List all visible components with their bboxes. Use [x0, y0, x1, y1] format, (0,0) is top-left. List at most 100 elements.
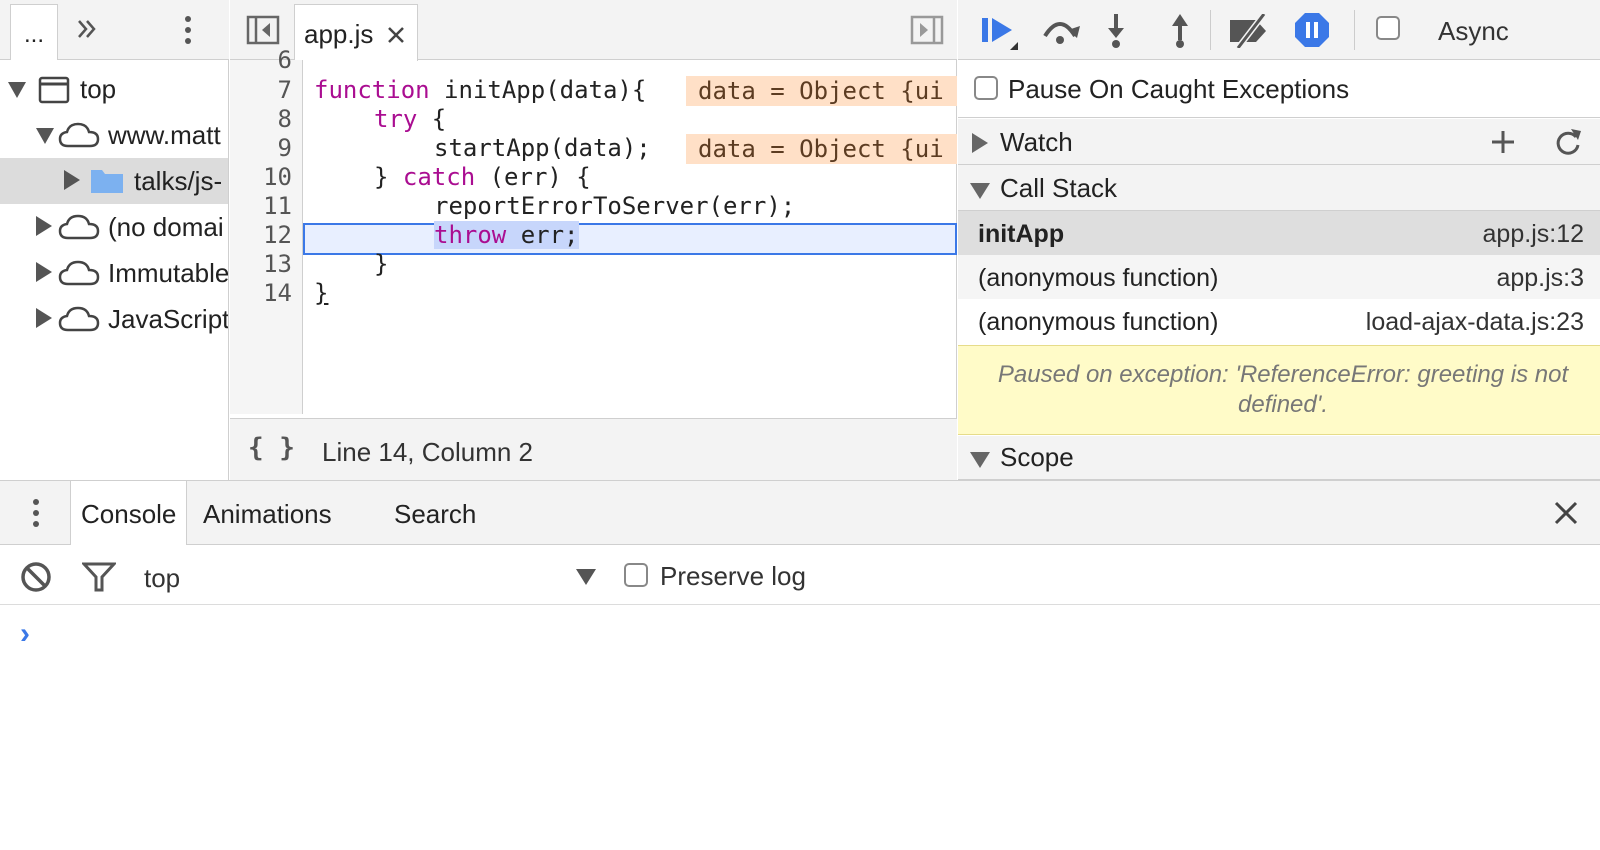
paused-exception-message: Paused on exception: 'ReferenceError: gr… [958, 345, 1600, 435]
watch-section-header[interactable]: Watch [958, 119, 1600, 165]
line-number-gutter: 6 7 8 9 10 11 12 13 14 [230, 46, 303, 414]
frame-function: (anonymous function) [978, 264, 1219, 292]
code-line[interactable]: } [314, 250, 388, 278]
cursor-position: Line 14, Column 2 [322, 437, 534, 467]
line-number: 13 [263, 250, 292, 278]
keyword: function [314, 76, 430, 104]
close-drawer-icon[interactable] [1554, 501, 1578, 525]
triangle-down-icon [36, 128, 54, 144]
tab-label: app.js [304, 19, 374, 49]
console-output[interactable]: › [0, 607, 1600, 850]
code-text: } [374, 163, 403, 191]
code-text: } [374, 250, 389, 278]
tree-item-label: (no domai [108, 212, 224, 242]
kebab-menu-icon[interactable] [182, 14, 194, 46]
tree-item-label: talks/js- [134, 166, 223, 196]
debugger-toolbar: Async [958, 0, 1600, 60]
scope-section-header[interactable]: Scope [958, 436, 1600, 480]
navigator-tabbar: ... [0, 0, 229, 60]
frame-location[interactable]: app.js:3 [1496, 264, 1584, 293]
context-selector[interactable]: top [140, 555, 602, 595]
folder-icon [91, 170, 123, 193]
pretty-print-icon[interactable]: { } [248, 433, 295, 463]
call-frame[interactable]: (anonymous function) app.js:3 [958, 255, 1600, 299]
triangle-down-icon [8, 82, 26, 98]
cloud-icon [58, 122, 100, 148]
pause-caught-row: Pause On Caught Exceptions [958, 60, 1600, 118]
inline-variable-value: data = Object {ui [686, 76, 957, 106]
chevron-double-right-icon[interactable] [74, 16, 100, 42]
tab-search[interactable]: Search [384, 481, 486, 545]
triangle-right-icon [972, 133, 988, 153]
resume-icon[interactable] [980, 12, 1020, 52]
refresh-icon[interactable] [1554, 127, 1582, 157]
tree-item-domain[interactable]: www.matt [0, 112, 228, 158]
tab-console[interactable]: Console [70, 480, 188, 546]
exception-text: Paused on exception: 'ReferenceError: gr… [997, 361, 1569, 418]
tree-item-label: www.matt [108, 120, 221, 150]
frame-window-icon [38, 76, 70, 104]
code-text: err; [506, 221, 579, 249]
preserve-log-checkbox[interactable] [624, 563, 648, 587]
code-line[interactable]: try { [314, 105, 446, 133]
call-stack-label: Call Stack [1000, 173, 1118, 203]
code-line[interactable]: reportErrorToServer(err); [314, 192, 795, 220]
call-stack-section-header[interactable]: Call Stack [958, 165, 1600, 211]
step-over-icon[interactable] [1040, 16, 1080, 46]
console-toolbar: top Preserve log [0, 545, 1600, 605]
tree-item-label: Immutable [108, 258, 228, 288]
code-text: initApp(data){ [429, 76, 647, 104]
tab-label: Animations [203, 499, 332, 529]
tree-item-no-domain[interactable]: (no domai [0, 204, 228, 250]
navigator-more-tab[interactable]: ... [10, 4, 58, 60]
frame-location[interactable]: load-ajax-data.js:23 [1366, 308, 1584, 337]
console-drawer: Console Animations Search top Preserve l… [0, 480, 1600, 849]
source-editor: app.js 6 7 8 9 10 11 12 13 14 function i… [230, 0, 957, 480]
frame-location[interactable]: app.js:12 [1483, 220, 1584, 249]
call-frame-selected[interactable]: initApp app.js:12 [958, 211, 1600, 255]
code-line[interactable]: } [314, 279, 328, 307]
code-line[interactable]: } catch (err) { [314, 163, 591, 191]
line-number: 6 [277, 46, 292, 74]
async-checkbox[interactable] [1376, 16, 1400, 40]
toggle-debugger-sidebar-icon[interactable] [910, 14, 944, 46]
async-label: Async [1438, 16, 1509, 46]
preserve-log-label: Preserve log [660, 561, 806, 591]
code-text: reportErrorToServer(err); [434, 192, 796, 220]
tree-item-label: top [80, 74, 117, 104]
drawer-menu-icon[interactable] [30, 497, 42, 529]
pause-caught-checkbox[interactable] [974, 76, 998, 100]
tree-item-javascript[interactable]: JavaScript [0, 296, 228, 342]
close-icon[interactable] [387, 26, 405, 44]
code-line[interactable]: startApp(data); [314, 134, 651, 162]
filter-icon[interactable] [82, 561, 116, 593]
code-text: { [417, 105, 447, 133]
inline-variable-value: data = Object {ui [686, 134, 957, 164]
tree-item-folder-selected[interactable]: talks/js- [0, 158, 228, 204]
tree-item-top[interactable]: top [0, 66, 228, 112]
clear-console-icon[interactable] [20, 561, 52, 593]
pause-on-exceptions-icon[interactable] [1294, 12, 1330, 48]
line-number: 12 [263, 221, 292, 249]
plus-icon[interactable] [1490, 129, 1516, 155]
keyword: throw [434, 221, 507, 249]
toggle-navigator-icon[interactable] [246, 14, 280, 46]
watch-label: Watch [1000, 127, 1073, 157]
step-out-icon[interactable] [1168, 12, 1192, 48]
call-frame[interactable]: (anonymous function) load-ajax-data.js:2… [958, 299, 1600, 343]
deactivate-breakpoints-icon[interactable] [1228, 14, 1272, 48]
toolbar-divider [1210, 10, 1211, 50]
tree-item-immutable[interactable]: Immutable [0, 250, 228, 296]
tab-animations[interactable]: Animations [193, 481, 342, 545]
tab-app-js[interactable]: app.js [294, 4, 418, 61]
tab-label: Console [81, 499, 177, 529]
code-line-current[interactable]: throw err; [314, 221, 579, 249]
code-line[interactable]: function initApp(data){ [314, 76, 646, 104]
frame-function: initApp [978, 220, 1065, 248]
cloud-icon [58, 260, 100, 286]
scope-label: Scope [1000, 442, 1074, 472]
code-text: } [314, 279, 329, 307]
step-into-icon[interactable] [1104, 12, 1128, 48]
pause-caught-label: Pause On Caught Exceptions [1008, 74, 1350, 104]
cloud-icon [58, 306, 100, 332]
